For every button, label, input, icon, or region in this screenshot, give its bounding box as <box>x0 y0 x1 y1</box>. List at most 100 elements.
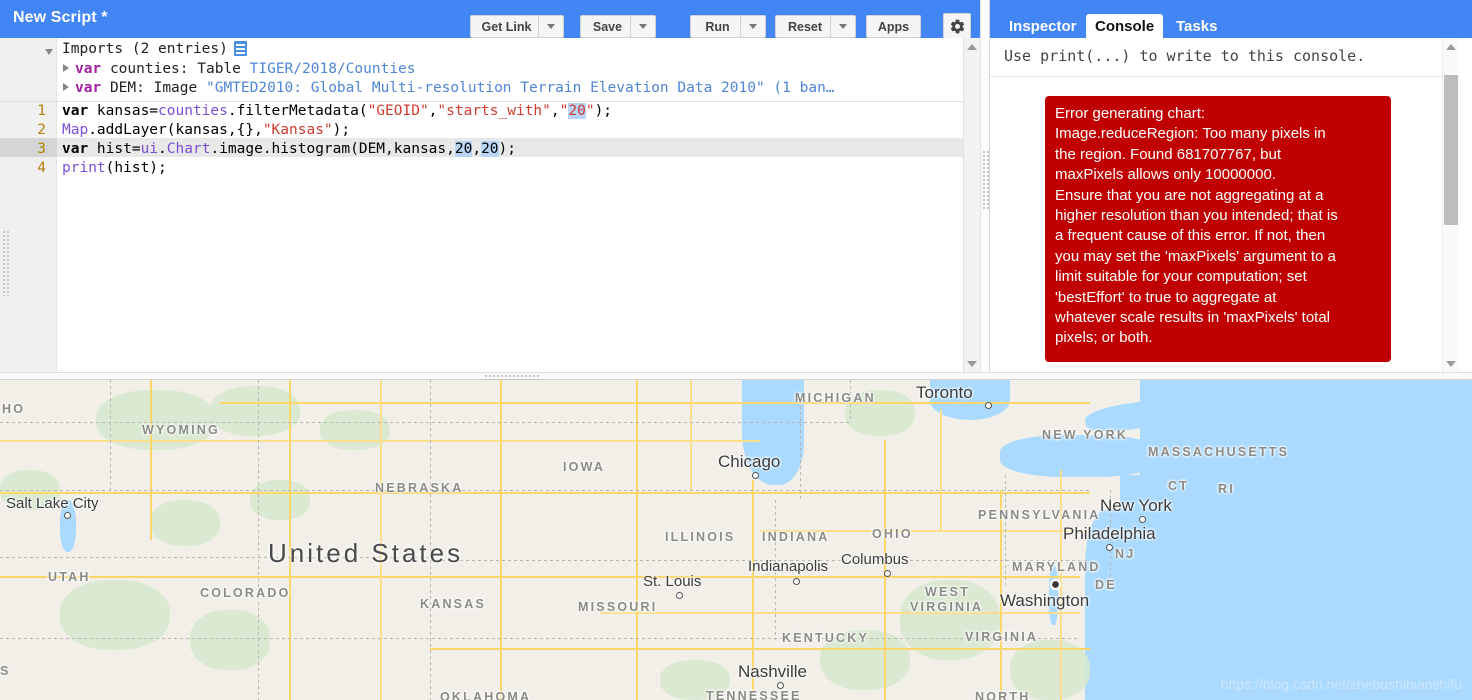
state-label: UTAH <box>48 570 91 584</box>
state-label: INDIANA <box>762 530 830 544</box>
highway <box>690 380 692 490</box>
imports-header: Imports (2 entries) <box>62 41 247 57</box>
interstate-road <box>430 648 1090 650</box>
scrollbar-thumb[interactable] <box>1444 75 1458 225</box>
city-label: St. Louis <box>643 573 702 590</box>
city-label: Chicago <box>718 452 781 471</box>
code-token: 20 <box>454 141 473 157</box>
gear-icon <box>950 19 964 33</box>
reset-button[interactable]: Reset <box>775 15 835 38</box>
city-marker <box>1139 516 1146 523</box>
state-label: KANSAS <box>420 597 486 611</box>
interstate-road <box>636 380 638 700</box>
state-border <box>258 380 259 700</box>
city-marker <box>1052 581 1059 588</box>
apps-button[interactable]: Apps <box>866 15 921 38</box>
editor-vertical-scrollbar[interactable] <box>963 38 980 372</box>
code-token: ); <box>594 103 613 119</box>
state-label: DE <box>1095 578 1117 592</box>
code-editor[interactable]: 1 var kansas=counties.filterMetadata("GEO… <box>0 102 963 372</box>
error-line: the region. Found 681707767, but <box>1055 145 1282 163</box>
city-label: Indianapolis <box>748 558 829 575</box>
map-canvas[interactable]: HO WYOMING NEBRASKA IOWA MICHIGAN ILLINOIS IND… <box>0 380 1472 700</box>
state-label: COLORADO <box>200 586 291 600</box>
console-hint: Use print(...) to write to this console. <box>1004 47 1366 65</box>
city-marker <box>64 512 71 519</box>
scroll-down-button[interactable] <box>964 355 980 372</box>
state-label: NEBRASKA <box>375 481 464 495</box>
code-line[interactable]: Map.addLayer(kansas,{},"Kansas"); <box>62 122 350 138</box>
import-value: "GMTED2010: Global Multi-resolution Terr… <box>205 80 835 96</box>
tab-inspector[interactable]: Inspector <box>1000 14 1086 38</box>
city-marker <box>884 570 891 577</box>
code-line[interactable]: var hist=ui.Chart.image.histogram(DEM,ka… <box>62 141 516 157</box>
scroll-down-button[interactable] <box>1443 355 1459 372</box>
expand-triangle-icon[interactable] <box>63 83 69 91</box>
forest-patch <box>150 500 220 546</box>
error-line: higher resolution than you intended; tha… <box>1055 207 1338 225</box>
line-number: 2 <box>37 122 46 138</box>
get-link-button[interactable]: Get Link <box>470 15 543 38</box>
chevron-down-icon <box>749 24 757 29</box>
expand-triangle-icon[interactable] <box>63 64 69 72</box>
city-label: Salt Lake City <box>6 495 99 512</box>
import-entry-counties[interactable]: var counties: Table TIGER/2018/Counties <box>63 61 416 77</box>
import-keyword: var <box>75 61 102 77</box>
save-button[interactable]: Save <box>580 15 635 38</box>
run-dropdown[interactable] <box>740 15 766 38</box>
code-token: "starts_with" <box>437 103 551 119</box>
code-line[interactable]: var kansas=counties.filterMetadata("GEOI… <box>62 103 612 119</box>
import-entry-dem[interactable]: var DEM: Image "GMTED2010: Global Multi-… <box>63 80 835 96</box>
state-border <box>0 490 1090 491</box>
fold-grip[interactable] <box>2 230 10 296</box>
state-label: WEST <box>925 585 970 599</box>
imports-doc-icon[interactable] <box>233 41 247 56</box>
error-line: Image.reduceRegion: Too many pixels in <box>1055 125 1326 143</box>
editor-titlebar: New Script * Get Link Save Run Reset App… <box>0 0 985 39</box>
code-token: , <box>550 103 560 119</box>
state-label: MARYLAND <box>1012 560 1101 574</box>
console-vertical-scrollbar[interactable] <box>1442 38 1459 372</box>
error-line: you may set the 'maxPixels' argument to … <box>1055 247 1336 265</box>
code-token: print <box>62 160 106 176</box>
scrollbar-track[interactable] <box>1443 55 1459 355</box>
city-marker <box>1106 544 1113 551</box>
code-line[interactable]: print(hist); <box>62 160 167 176</box>
chevron-down-icon <box>639 24 647 29</box>
triangle-down-icon <box>967 360 977 367</box>
triangle-up-icon <box>1446 43 1456 50</box>
state-label: OHIO <box>872 527 913 541</box>
get-link-dropdown[interactable] <box>538 15 564 38</box>
state-label: VIRGINIA <box>965 630 1039 644</box>
vertical-splitter[interactable] <box>980 0 990 372</box>
console-error-message: Error generating chart: Image.reduceRegio… <box>1045 96 1391 362</box>
city-marker <box>793 578 800 585</box>
chevron-down-icon <box>839 24 847 29</box>
scroll-up-button[interactable] <box>964 38 980 55</box>
earth-engine-code-editor: New Script * Get Link Save Run Reset App… <box>0 0 1472 700</box>
imports-collapse-toggle[interactable] <box>45 49 53 55</box>
error-line: Ensure that you are not aggregating at a <box>1055 186 1324 204</box>
run-button[interactable]: Run <box>690 15 745 38</box>
state-label: HO <box>2 402 26 416</box>
tab-console[interactable]: Console <box>1086 14 1164 38</box>
console-pane-edge <box>1459 38 1472 372</box>
save-dropdown[interactable] <box>630 15 656 38</box>
code-token: .addLayer(kansas,{}, <box>88 122 263 138</box>
settings-button[interactable] <box>943 13 971 39</box>
tab-tasks[interactable]: Tasks <box>1167 14 1226 38</box>
state-border <box>800 400 801 500</box>
console-tabbar: Inspector Console Tasks <box>990 0 1472 38</box>
city-label: Philadelphia <box>1063 524 1156 543</box>
import-name: DEM: <box>109 80 145 96</box>
interstate-road <box>0 576 1080 578</box>
reset-dropdown[interactable] <box>830 15 856 38</box>
horizontal-splitter[interactable] <box>0 372 1472 380</box>
interstate-road <box>0 492 1090 494</box>
state-border <box>1005 475 1006 585</box>
scroll-up-button[interactable] <box>1443 38 1459 55</box>
code-token: .filterMetadata( <box>227 103 368 119</box>
code-token: "Kansas" <box>262 122 333 138</box>
state-label: ILLINOIS <box>665 530 736 544</box>
city-label: New York <box>1100 496 1172 515</box>
